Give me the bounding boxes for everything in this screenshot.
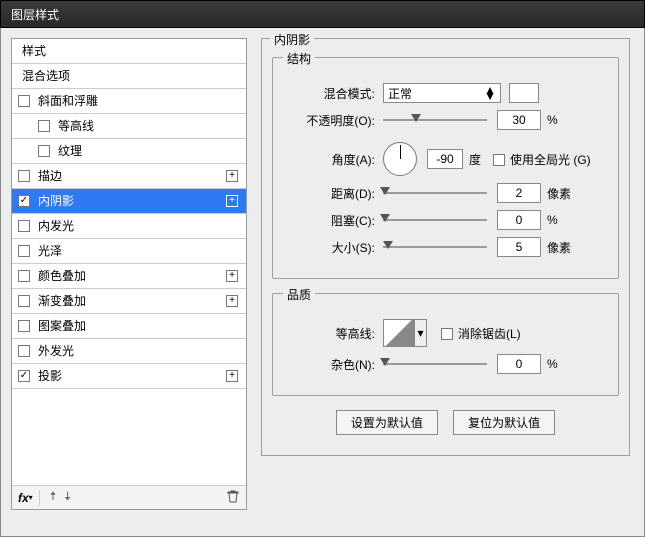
set-default-button[interactable]: 设置为默认值 [336, 410, 438, 435]
blend-mode-select[interactable]: 正常 ▲▼ [383, 83, 501, 103]
checkbox-icon[interactable] [18, 170, 30, 182]
add-icon[interactable]: + [226, 370, 238, 382]
opacity-label: 不透明度(O): [285, 112, 375, 129]
add-icon[interactable]: + [226, 195, 238, 207]
effect-stroke[interactable]: 描边+ [12, 164, 246, 189]
contour-dropdown-icon[interactable]: ▾ [415, 319, 427, 347]
panel-title: 内阴影 [270, 31, 314, 48]
opacity-slider[interactable] [383, 115, 487, 125]
move-up-icon[interactable]: 🠥 [50, 487, 57, 508]
effect-color-overlay[interactable]: 颜色叠加+ [12, 264, 246, 289]
add-icon[interactable]: + [226, 170, 238, 182]
structure-legend: 结构 [283, 50, 315, 67]
effect-gradient-overlay[interactable]: 渐变叠加+ [12, 289, 246, 314]
checkbox-icon[interactable] [18, 95, 30, 107]
window-title: 图层样式 [11, 8, 59, 22]
size-slider[interactable] [383, 242, 487, 252]
checkbox-icon[interactable] [38, 145, 50, 157]
client-area: 样式 混合选项 斜面和浮雕 等高线 纹理 描边+ 内阴影+ 内发光 光泽 颜色叠… [0, 28, 645, 537]
dropdown-arrows-icon: ▲▼ [484, 87, 496, 99]
spread-input[interactable]: 0 [497, 210, 541, 230]
color-swatch[interactable] [509, 83, 539, 103]
add-icon[interactable]: + [226, 270, 238, 282]
blend-mode-label: 混合模式: [285, 85, 375, 102]
effect-contour[interactable]: 等高线 [12, 114, 246, 139]
angle-input[interactable]: -90 [427, 149, 463, 169]
spread-label: 阻塞(C): [285, 212, 375, 229]
contour-label: 等高线: [285, 325, 375, 342]
structure-group: 结构 混合模式: 正常 ▲▼ 不透明度(O): 30 % 角度(A) [272, 57, 619, 279]
reset-default-button[interactable]: 复位为默认值 [453, 410, 555, 435]
checkbox-icon[interactable] [18, 245, 30, 257]
effect-pattern-overlay[interactable]: 图案叠加 [12, 314, 246, 339]
window-titlebar: 图层样式 [0, 0, 645, 28]
checkbox-icon[interactable] [38, 120, 50, 132]
checkbox-icon[interactable] [18, 320, 30, 332]
checkbox-icon[interactable] [18, 195, 30, 207]
antialias-label: 消除锯齿(L) [458, 327, 521, 341]
trash-icon[interactable] [226, 489, 240, 506]
quality-group: 品质 等高线: ▾ 消除锯齿(L) 杂色(N): 0 % [272, 293, 619, 396]
size-label: 大小(S): [285, 239, 375, 256]
distance-label: 距离(D): [285, 185, 375, 202]
size-input[interactable]: 5 [497, 237, 541, 257]
angle-dial[interactable] [383, 142, 417, 176]
add-icon[interactable]: + [226, 295, 238, 307]
checkbox-icon[interactable] [18, 220, 30, 232]
blending-options-header[interactable]: 混合选项 [12, 64, 246, 89]
global-light-checkbox[interactable] [493, 154, 505, 166]
checkbox-icon[interactable] [18, 270, 30, 282]
noise-slider[interactable] [383, 359, 487, 369]
global-light-label: 使用全局光 (G) [510, 153, 591, 167]
antialias-checkbox[interactable] [441, 328, 453, 340]
noise-label: 杂色(N): [285, 356, 375, 373]
effect-inner-shadow[interactable]: 内阴影+ [12, 189, 246, 214]
effect-drop-shadow[interactable]: 投影+ [12, 364, 246, 389]
angle-label: 角度(A): [285, 151, 375, 168]
distance-slider[interactable] [383, 188, 487, 198]
styles-sidebar: 样式 混合选项 斜面和浮雕 等高线 纹理 描边+ 内阴影+ 内发光 光泽 颜色叠… [11, 38, 247, 510]
effect-outer-glow[interactable]: 外发光 [12, 339, 246, 364]
effect-inner-glow[interactable]: 内发光 [12, 214, 246, 239]
spread-slider[interactable] [383, 215, 487, 225]
checkbox-icon[interactable] [18, 345, 30, 357]
sidebar-footer: fx▾ 🠥 🠧 [12, 485, 246, 509]
noise-input[interactable]: 0 [497, 354, 541, 374]
settings-panel: 内阴影 结构 混合模式: 正常 ▲▼ 不透明度(O): 30 % [261, 38, 630, 510]
styles-header[interactable]: 样式 [12, 39, 246, 64]
inner-shadow-group: 内阴影 结构 混合模式: 正常 ▲▼ 不透明度(O): 30 % [261, 38, 630, 456]
effect-bevel[interactable]: 斜面和浮雕 [12, 89, 246, 114]
styles-list: 样式 混合选项 斜面和浮雕 等高线 纹理 描边+ 内阴影+ 内发光 光泽 颜色叠… [12, 39, 246, 485]
fx-menu-icon[interactable]: fx [18, 491, 29, 505]
distance-input[interactable]: 2 [497, 183, 541, 203]
quality-legend: 品质 [283, 286, 315, 303]
move-down-icon[interactable]: 🠧 [64, 487, 71, 508]
effect-satin[interactable]: 光泽 [12, 239, 246, 264]
checkbox-icon[interactable] [18, 295, 30, 307]
opacity-input[interactable]: 30 [497, 110, 541, 130]
checkbox-icon[interactable] [18, 370, 30, 382]
contour-picker[interactable] [383, 319, 415, 347]
effect-texture[interactable]: 纹理 [12, 139, 246, 164]
